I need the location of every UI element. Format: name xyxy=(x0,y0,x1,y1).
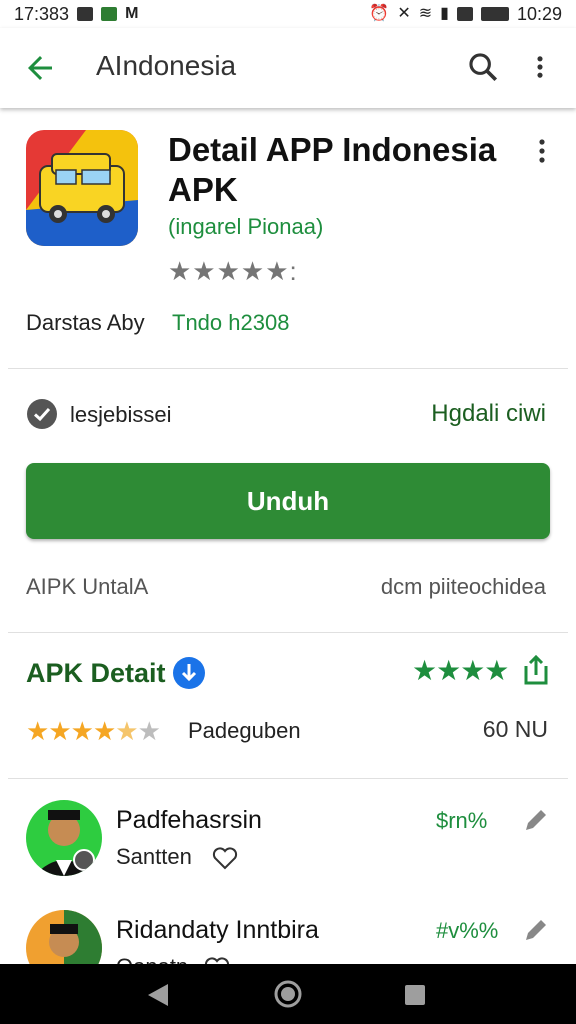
gallery-icon xyxy=(456,7,473,21)
app-detail-card: Detail APP Indonesia APK (ingarel Pionaa… xyxy=(8,116,568,986)
download-button[interactable]: Unduh xyxy=(26,463,550,539)
star-full-icon: ★ xyxy=(70,716,94,746)
edit-pen-icon[interactable] xyxy=(522,916,550,944)
rating-count: 60 NU xyxy=(482,716,548,742)
meta-value[interactable]: Tndo h2308 xyxy=(172,310,289,336)
wifi-icon: ≋ xyxy=(418,5,433,22)
share-icon[interactable] xyxy=(522,654,550,686)
shield-notification-icon xyxy=(101,7,118,21)
app-icon[interactable] xyxy=(26,130,138,246)
review-score: $rn% xyxy=(436,808,488,833)
reviewer-subtitle: Santten xyxy=(116,844,192,869)
signal-icon: ▮ xyxy=(440,5,449,22)
review-score: #v%% xyxy=(436,918,499,943)
more-vert-icon[interactable] xyxy=(526,50,554,84)
rating-stars: ★★★★★★ xyxy=(26,716,161,747)
divider xyxy=(8,632,568,633)
star-empty-icon: ★ xyxy=(137,716,161,746)
verify-link[interactable]: Hgdali ciwi xyxy=(431,400,546,428)
section-green-stars: ★★★★ xyxy=(412,655,509,686)
reviewer-name: Ridandaty Inntbira xyxy=(116,916,319,944)
search-icon[interactable] xyxy=(466,50,500,84)
review-item[interactable]: Padfehasrsin Santten $rn% xyxy=(26,800,550,890)
reviewer-name: Padfehasrsin xyxy=(116,806,262,834)
status-clock: 10:29 xyxy=(516,3,562,24)
status-bar: 17:383 M ⏰ ✕ ≋ ▮ 10:29 xyxy=(0,0,576,28)
app-title: Detail APP Indonesia APK xyxy=(168,131,497,208)
nav-recent-apps-icon[interactable] xyxy=(404,984,426,1006)
meta-label: Darstas Aby xyxy=(26,310,145,335)
m-notification-icon: M xyxy=(125,5,139,22)
app-bar-title: AIndonesia xyxy=(96,50,237,81)
divider xyxy=(8,368,568,369)
heart-icon[interactable] xyxy=(212,846,238,870)
rating-label: Padeguben xyxy=(188,718,301,743)
section-title: APK Detait xyxy=(26,658,166,688)
reviewer-avatar xyxy=(26,800,102,876)
status-time: 17:383 xyxy=(14,3,70,24)
mute-icon: ✕ xyxy=(397,5,411,22)
download-badge-icon[interactable] xyxy=(172,656,206,690)
battery-icon xyxy=(480,7,509,21)
developer-link[interactable]: (ingarel Pionaa) xyxy=(168,214,323,240)
arrow-back-icon[interactable] xyxy=(22,50,58,86)
star-full-icon: ★ xyxy=(26,716,49,746)
more-vert-icon[interactable] xyxy=(532,136,552,166)
nav-back-icon[interactable] xyxy=(146,982,170,1008)
system-nav-bar xyxy=(0,964,576,1024)
star-half-icon: ★ xyxy=(115,716,138,746)
edit-pen-icon[interactable] xyxy=(522,806,550,834)
alarm-icon: ⏰ xyxy=(369,5,390,22)
star-full-icon: ★ xyxy=(92,716,116,746)
info-right: dcm piiteochidea xyxy=(380,574,546,599)
check-circle-icon xyxy=(27,399,57,429)
divider xyxy=(8,778,568,779)
app-rating-stars: ★★★★★: xyxy=(168,256,298,286)
nav-home-icon[interactable] xyxy=(274,980,302,1008)
verify-label: lesjebissei xyxy=(70,402,172,427)
notification-icon xyxy=(77,7,94,21)
info-left: AIPK UntalA xyxy=(26,574,149,599)
star-full-icon: ★ xyxy=(48,716,71,746)
app-bar: AIndonesia xyxy=(0,28,576,108)
